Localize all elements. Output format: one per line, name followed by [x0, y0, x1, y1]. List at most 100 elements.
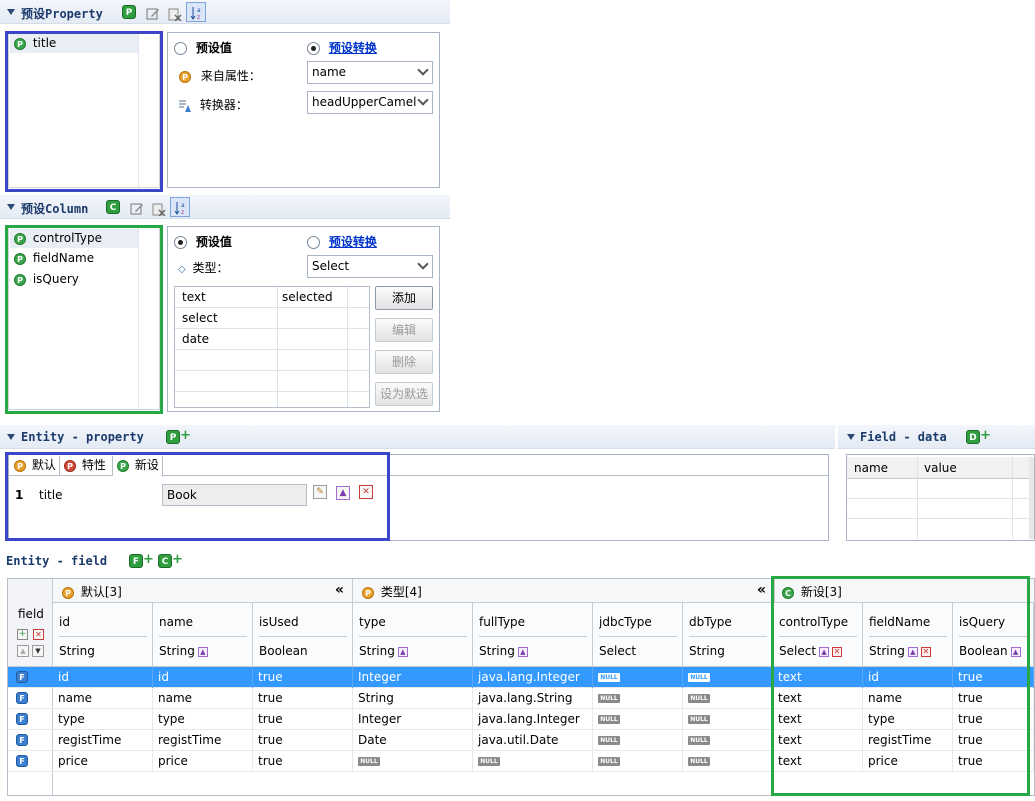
- remove-row-icon[interactable]: ✕: [33, 629, 44, 640]
- add-data-icon[interactable]: D: [966, 430, 980, 444]
- add-field-icon[interactable]: F: [129, 554, 143, 568]
- table-cell[interactable]: NULL: [593, 751, 683, 772]
- table-cell[interactable]: true: [953, 667, 1034, 688]
- table-cell[interactable]: select: [182, 311, 218, 325]
- add-button[interactable]: 添加: [375, 286, 433, 310]
- table-cell[interactable]: id: [53, 667, 153, 688]
- tab-new[interactable]: P 新设: [113, 456, 163, 477]
- table-cell[interactable]: NULL: [473, 751, 593, 772]
- edit-icon[interactable]: [126, 198, 146, 218]
- options-table[interactable]: text selected select date: [174, 286, 370, 408]
- triangle-icon[interactable]: ▲: [819, 646, 830, 657]
- table-cell[interactable]: id: [863, 667, 953, 688]
- list-item[interactable]: P title: [10, 34, 138, 53]
- group-type[interactable]: P 类型[4]: [362, 583, 422, 600]
- table-cell[interactable]: java.lang.String: [473, 688, 593, 709]
- column-header-isQuery[interactable]: isQuery Boolean ▲: [953, 603, 1034, 667]
- table-cell[interactable]: NULL: [593, 667, 683, 688]
- table-cell[interactable]: NULL: [593, 709, 683, 730]
- table-cell[interactable]: Integer: [353, 709, 473, 730]
- table-cell[interactable]: price: [863, 751, 953, 772]
- add-property-icon[interactable]: P: [122, 5, 136, 19]
- table-cell[interactable]: NULL: [683, 751, 773, 772]
- table-cell[interactable]: true: [953, 709, 1034, 730]
- table-row[interactable]: FregistTime registTime true Date java.util.D…: [8, 730, 1034, 751]
- table-cell[interactable]: text: [773, 667, 863, 688]
- radio-preset-convert[interactable]: 预设转换: [307, 39, 377, 56]
- triangle-icon[interactable]: ▲: [1010, 646, 1021, 657]
- table-cell[interactable]: text: [773, 709, 863, 730]
- column-header-jdbcType[interactable]: jdbcType Select: [593, 603, 683, 667]
- table-cell[interactable]: true: [253, 688, 353, 709]
- plus-icon[interactable]: +: [143, 553, 154, 567]
- table-cell[interactable]: java.lang.Integer: [473, 709, 593, 730]
- triangle-icon[interactable]: ▲: [197, 646, 208, 657]
- move-down-icon[interactable]: ▼: [32, 645, 44, 657]
- sort-az-icon[interactable]: az: [186, 2, 206, 22]
- column-header-controlType[interactable]: controlType Select ▲ ✕: [773, 603, 863, 667]
- table-cell[interactable]: true: [253, 667, 353, 688]
- table-cell[interactable]: id: [153, 667, 253, 688]
- column-header-fieldName[interactable]: fieldName String ▲ ✕: [863, 603, 953, 667]
- add-property-icon[interactable]: P: [166, 430, 180, 444]
- add-row-icon[interactable]: +: [17, 629, 28, 640]
- table-cell[interactable]: true: [953, 688, 1034, 709]
- table-cell[interactable]: registTime: [863, 730, 953, 751]
- triangle-icon[interactable]: ▲: [336, 486, 350, 500]
- table-cell[interactable]: Integer: [353, 667, 473, 688]
- table-cell[interactable]: price: [53, 751, 153, 772]
- table-cell[interactable]: registTime: [53, 730, 153, 751]
- table-cell[interactable]: java.lang.Integer: [473, 667, 593, 688]
- column-header-type[interactable]: type String ▲: [353, 603, 473, 667]
- delete-icon[interactable]: [148, 198, 168, 218]
- remove-icon[interactable]: ✕: [832, 646, 843, 657]
- table-cell[interactable]: Date: [353, 730, 473, 751]
- table-cell[interactable]: text: [773, 751, 863, 772]
- property-list[interactable]: P title: [8, 32, 160, 188]
- table-cell[interactable]: String: [353, 688, 473, 709]
- delete-button[interactable]: 删除: [375, 350, 433, 374]
- remove-icon[interactable]: ✕: [920, 646, 931, 657]
- table-cell[interactable]: NULL: [683, 688, 773, 709]
- pencil-icon[interactable]: ✎: [313, 485, 327, 499]
- table-cell[interactable]: true: [253, 730, 353, 751]
- list-item[interactable]: P controlType: [10, 229, 138, 248]
- table-cell[interactable]: price: [153, 751, 253, 772]
- group-new[interactable]: C 新设[3]: [782, 583, 842, 600]
- radio-preset-convert[interactable]: 预设转换: [307, 233, 377, 250]
- table-cell[interactable]: date: [182, 332, 209, 346]
- column-header-id[interactable]: id String: [53, 603, 153, 667]
- table-cell[interactable]: java.util.Date: [473, 730, 593, 751]
- table-cell[interactable]: NULL: [683, 667, 773, 688]
- collapse-arrow-icon[interactable]: [7, 204, 15, 210]
- radio-preset-value[interactable]: 预设值: [174, 39, 232, 56]
- table-cell[interactable]: type: [153, 709, 253, 730]
- type-select[interactable]: Select: [307, 255, 433, 278]
- table-cell[interactable]: text: [773, 730, 863, 751]
- table-cell[interactable]: NULL: [683, 730, 773, 751]
- table-cell[interactable]: name: [153, 688, 253, 709]
- table-row[interactable]: Fid id true Integer java.lang.Integer NULL NUL…: [8, 667, 1034, 688]
- tab-feature[interactable]: P 特性: [60, 456, 113, 476]
- list-item[interactable]: P isQuery: [10, 270, 138, 289]
- collapse-arrow-icon[interactable]: [847, 434, 855, 440]
- table-cell[interactable]: type: [863, 709, 953, 730]
- table-cell[interactable]: true: [253, 751, 353, 772]
- sort-az-icon[interactable]: az: [170, 197, 190, 217]
- column-header-fullType[interactable]: fullType String ▲: [473, 603, 593, 667]
- property-value-input[interactable]: Book: [162, 484, 307, 506]
- plus-icon[interactable]: +: [180, 429, 191, 443]
- table-row[interactable]: Fname name true String java.lang.String NULL N…: [8, 688, 1034, 709]
- table-cell[interactable]: NULL: [593, 730, 683, 751]
- column-list[interactable]: P controlType P fieldName P isQuery: [8, 226, 160, 410]
- field-data-table[interactable]: name value: [846, 454, 1035, 541]
- triangle-icon[interactable]: ▲: [517, 646, 528, 657]
- delete-icon[interactable]: [164, 3, 184, 23]
- edit-icon[interactable]: [142, 3, 162, 23]
- table-cell[interactable]: NULL: [353, 751, 473, 772]
- column-header-isUsed[interactable]: isUsed Boolean: [253, 603, 353, 667]
- table-row[interactable]: Fprice price true NULL NULL NULL NULL text price…: [8, 751, 1034, 772]
- table-cell[interactable]: text: [773, 688, 863, 709]
- table-cell[interactable]: name: [863, 688, 953, 709]
- add-column-icon[interactable]: C: [106, 200, 120, 214]
